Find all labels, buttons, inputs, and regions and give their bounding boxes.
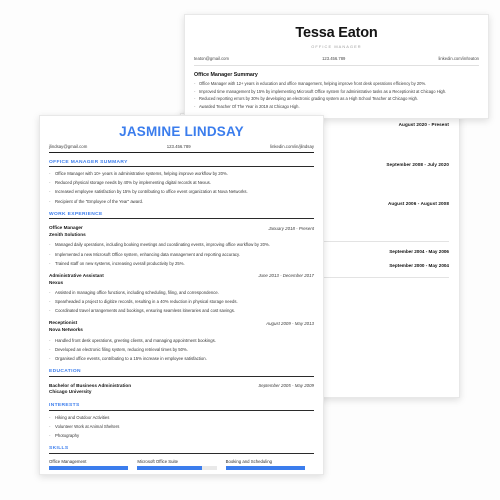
contact-row: jlindsay@gmail.com 123.456.789 linkedin.… — [49, 144, 314, 153]
skills-grid: Office Management Microsoft Office Suite… — [49, 458, 314, 474]
skill-progress-fill — [137, 465, 203, 471]
interest-text: Photography — [55, 433, 80, 439]
contact-linkedin[interactable]: linkedin.com/in/jlindsay — [270, 144, 314, 149]
contact-phone[interactable]: 123.456.789 — [167, 144, 191, 149]
skill-item: Microsoft Office Suite — [137, 459, 225, 471]
interest-text: Hiking and Outdoor Activities — [55, 414, 110, 420]
section-header-interests: INTERESTS — [49, 403, 314, 411]
resume-card-jasmine-lindsay[interactable]: JASMINE LINDSAY jlindsay@gmail.com 123.4… — [39, 115, 324, 475]
skill-progress-fill — [49, 465, 129, 471]
education-school: Chicago University — [49, 389, 92, 395]
summary-bullet: - Office Manager with 10+ years in admin… — [49, 171, 314, 177]
section-header-summary: OFFICE MANAGER SUMMARY — [49, 160, 314, 168]
job-bullet: - Implemented a new Microsoft Office sys… — [49, 252, 314, 258]
section-header-skills: SKILLS — [49, 446, 314, 454]
candidate-name: Tessa Eaton — [295, 25, 378, 41]
summary-bullet-text: Improved time management by 15% by imple… — [199, 88, 447, 94]
job-bullet-text: Spearheaded a project to digitize record… — [55, 299, 238, 305]
interest-item: - Hiking and Outdoor Activities — [49, 415, 314, 421]
contact-email[interactable]: teaton@gmail.com — [194, 56, 229, 61]
section-header-education: EDUCATION — [49, 369, 314, 377]
summary-bullet-text: Reduced reporting errors by 30% by devel… — [199, 96, 419, 102]
skill-item: Booking and Scheduling — [225, 458, 314, 471]
job-bullet-list: - Assisted in managing office functions,… — [49, 290, 314, 314]
summary-bullet: - Improved time management by 15% by imp… — [194, 89, 479, 95]
job-bullet: - Handled front desk operations, greetin… — [49, 338, 314, 344]
summary-bullet-text: Recipient of the "Employee of the Year" … — [55, 198, 144, 204]
experience-entry: Receptionist Nova Networks August 2009 -… — [49, 320, 314, 362]
job-company: Nexus — [49, 279, 64, 285]
skill-label: Office Management — [49, 458, 87, 464]
skill-label: Booking and Scheduling — [225, 458, 272, 464]
education-degree: Bachelor of Business Administration — [49, 382, 132, 388]
job-bullet-text: Coordinated travel arrangements and book… — [55, 308, 236, 314]
job-date-range: January 2018 - Present — [268, 225, 314, 231]
experience-entry: Administrative Assistant Nexus June 2013… — [49, 273, 314, 315]
summary-bullet-text: Office Manager with 12+ years in educati… — [199, 81, 427, 86]
experience-entry-header: Office Manager Zenith Solutions January … — [49, 225, 314, 239]
job-title: Office Manager — [49, 225, 83, 231]
job-bullet-text: Assisted in managing office functions, i… — [55, 290, 219, 296]
job-bullet: - Developed an electronic filing system,… — [49, 347, 314, 353]
education-entry: Bachelor of Business Administration Chic… — [49, 383, 314, 397]
job-company: Nova Networks — [49, 327, 83, 333]
contact-row: teaton@gmail.com 123.456.789 linkedin.co… — [194, 56, 479, 66]
job-bullet: - Spearheaded a project to digitize reco… — [49, 299, 314, 305]
job-bullet-text: Implemented a new Microsoft Office syste… — [55, 251, 241, 257]
summary-bullet: - Reduced reporting errors by 30% by dev… — [194, 96, 479, 102]
job-bullet: - Coordinated travel arrangements and bo… — [49, 308, 314, 314]
experience-entry: Office Manager Zenith Solutions January … — [49, 225, 314, 267]
resume-collage-canvas: August 2020 - Present ents and coordinat… — [0, 0, 500, 500]
summary-bullet: - Awarded Teacher Of The Year in 2019 at… — [194, 104, 479, 110]
interest-text: Volunteer Work at Animal Shelters — [55, 423, 120, 429]
summary-bullet-text: Increased employee satisfaction by 15% b… — [55, 189, 248, 195]
skill-progress-track — [225, 465, 305, 471]
job-bullet-text: Developed an electronic filing system, r… — [55, 346, 188, 352]
job-bullet: - Trained staff on new systems, increasi… — [49, 261, 314, 267]
skill-item: Office Management — [49, 459, 137, 471]
summary-bullet: - Office Manager with 12+ years in educa… — [194, 81, 479, 87]
resume-card-tessa-eaton[interactable]: Tessa Eaton OFFICE MANAGER teaton@gmail.… — [184, 14, 489, 119]
job-bullet-list: - Handled front desk operations, greetin… — [49, 338, 314, 362]
candidate-role: OFFICE MANAGER — [311, 44, 362, 49]
interest-list: - Hiking and Outdoor Activities - Volunt… — [49, 415, 314, 439]
summary-section-title: Office Manager Summary — [194, 71, 258, 78]
job-title: Administrative Assistant — [49, 272, 104, 278]
job-bullet: - Managed daily operations, including bo… — [49, 242, 314, 248]
summary-bullet-list: - Office Manager with 10+ years in admin… — [49, 171, 314, 205]
experience-entry-header: Administrative Assistant Nexus June 2013… — [49, 273, 314, 287]
summary-bullet-text: Office Manager with 10+ years in adminis… — [55, 171, 228, 177]
job-date-range: August 2009 - May 2013 — [266, 320, 314, 326]
summary-bullet: - Increased employee satisfaction by 15%… — [49, 189, 314, 195]
section-header-experience: WORK EXPERIENCE — [49, 212, 314, 220]
skill-progress-track — [49, 465, 129, 471]
job-company: Zenith Solutions — [49, 232, 86, 238]
summary-bullet: - Recipient of the "Employee of the Year… — [49, 199, 314, 205]
skill-progress-track — [137, 465, 217, 471]
job-bullet-text: Handled front desk operations, greeting … — [55, 337, 216, 343]
contact-linkedin[interactable]: linkedin.com/in/teaton — [438, 56, 479, 61]
interest-item: - Photography — [49, 433, 314, 439]
job-date-range: June 2013 - December 2017 — [258, 273, 314, 279]
summary-bullet-text: Reduced physical storage needs by 40% by… — [55, 180, 211, 186]
job-bullet-text: Trained staff on new systems, increasing… — [55, 260, 185, 266]
job-bullet: - Organised office events, contributing … — [49, 356, 314, 362]
education-date-range: September 2005 - May 2009 — [258, 383, 314, 389]
interest-item: - Volunteer Work at Animal Shelters — [49, 424, 314, 430]
candidate-name: JASMINE LINDSAY — [119, 124, 244, 139]
job-bullet-list: - Managed daily operations, including bo… — [49, 242, 314, 266]
job-title: Receptionist — [49, 320, 78, 326]
summary-bullet-text: Awarded Teacher Of The Year in 2019 at C… — [199, 103, 300, 109]
experience-entry-header: Receptionist Nova Networks August 2009 -… — [49, 320, 314, 334]
job-bullet-text: Organised office events, contributing to… — [55, 355, 207, 361]
skill-progress-fill — [225, 465, 305, 471]
summary-bullet: - Reduced physical storage needs by 40% … — [49, 180, 314, 186]
job-bullet-text: Managed daily operations, including book… — [55, 242, 270, 248]
contact-phone[interactable]: 123.456.789 — [322, 56, 345, 61]
job-bullet: - Assisted in managing office functions,… — [49, 290, 314, 296]
skill-label: Microsoft Office Suite — [137, 458, 179, 464]
contact-email[interactable]: jlindsay@gmail.com — [49, 144, 87, 149]
